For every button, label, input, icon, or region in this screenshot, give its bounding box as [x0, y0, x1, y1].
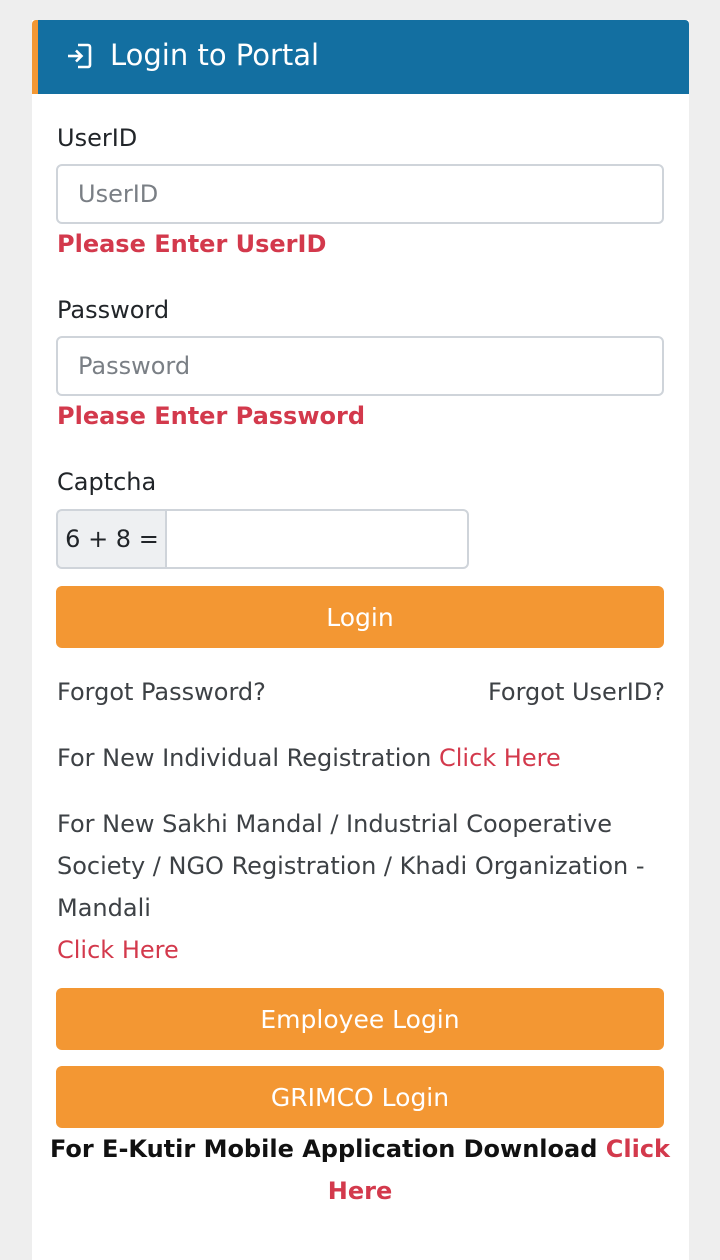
grimco-login-button[interactable]: GRIMCO Login — [56, 1066, 664, 1128]
password-error: Please Enter Password — [57, 402, 366, 430]
individual-registration-row: For New Individual Registration Click He… — [57, 742, 665, 774]
individual-registration-text: For New Individual Registration — [57, 744, 432, 772]
userid-input[interactable] — [56, 164, 664, 224]
captcha-question: 6 + 8 = — [56, 509, 166, 569]
captcha-input[interactable] — [165, 509, 469, 569]
login-button[interactable]: Login — [56, 586, 664, 648]
login-card: Login to Portal UserID Please Enter User… — [32, 20, 689, 1260]
employee-login-button[interactable]: Employee Login — [56, 988, 664, 1050]
card-header: Login to Portal — [32, 20, 689, 94]
password-input[interactable] — [56, 336, 664, 396]
individual-registration-link[interactable]: Click Here — [439, 744, 561, 772]
password-label: Password — [57, 296, 170, 324]
forgot-password-link[interactable]: Forgot Password? — [57, 678, 266, 706]
app-download-text: For E-Kutir Mobile Application Download … — [44, 1128, 676, 1212]
forgot-userid-link[interactable]: Forgot UserID? — [488, 676, 665, 708]
userid-error: Please Enter UserID — [57, 230, 327, 258]
captcha-label: Captcha — [57, 468, 157, 496]
org-registration-block: For New Sakhi Mandal / Industrial Cooper… — [57, 803, 669, 971]
forgot-links-row: Forgot Password? Forgot UserID? — [57, 676, 665, 708]
app-download-label: For E-Kutir Mobile Application Download — [49, 1135, 598, 1163]
sign-in-icon — [64, 41, 94, 71]
org-registration-link[interactable]: Click Here — [57, 936, 179, 964]
userid-label: UserID — [57, 124, 138, 152]
org-registration-text: For New Sakhi Mandal / Industrial Cooper… — [57, 810, 645, 922]
page-title: Login to Portal — [110, 38, 320, 72]
